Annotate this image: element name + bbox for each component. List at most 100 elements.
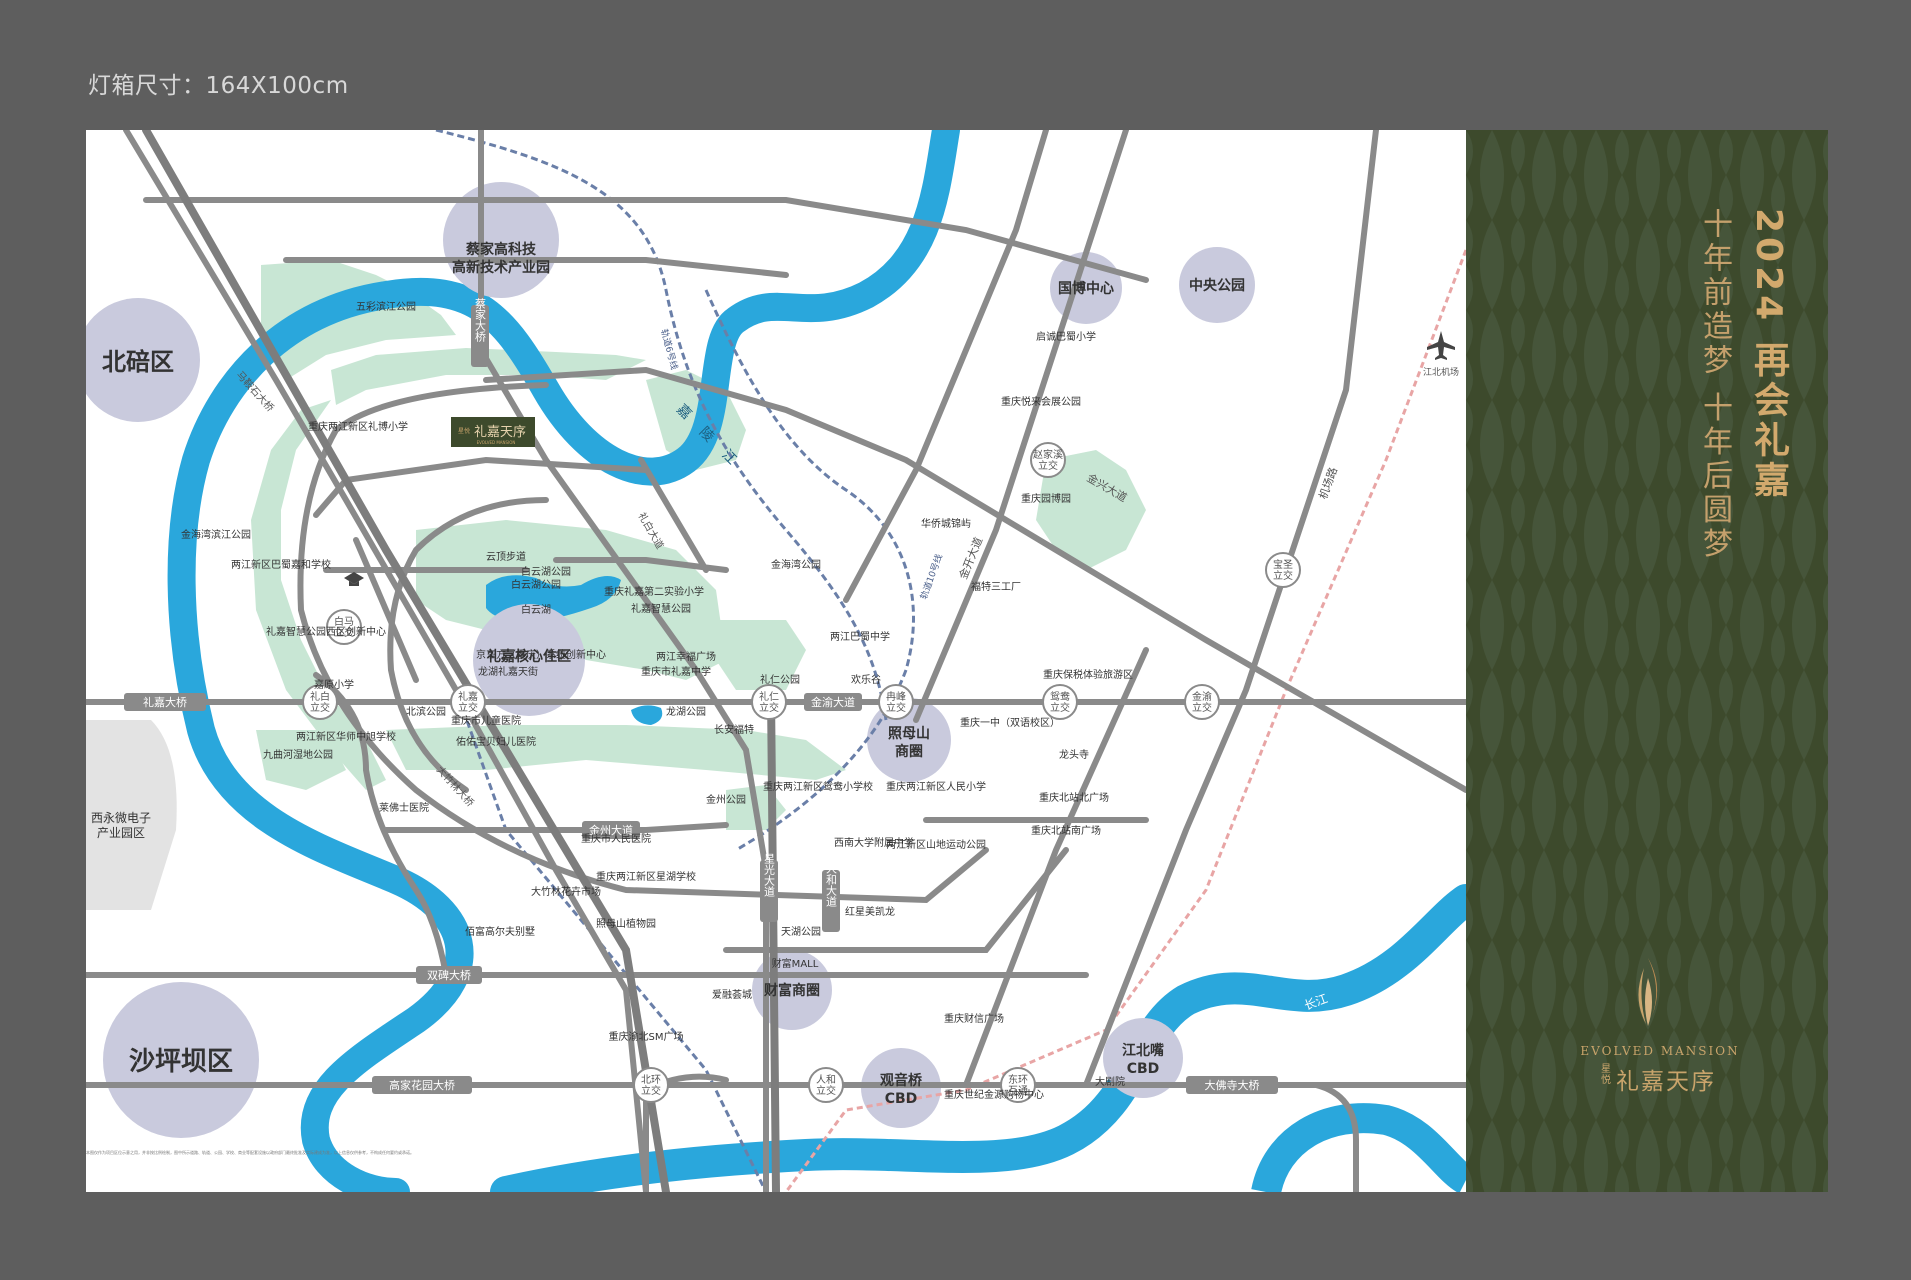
poi-label: 照母山植物园 xyxy=(596,917,656,930)
hub-caijia-2: 高新技术产业园 xyxy=(452,259,550,276)
poi-label: 京东方（重庆）系统创新中心 xyxy=(476,648,606,661)
hub-zhaomushan-1: 照母山 xyxy=(888,726,930,742)
hub-jiangbeizui-2: CBD xyxy=(1127,1061,1160,1077)
road-xinguang-avenue: 星光大道 xyxy=(763,853,776,897)
poi-label: 北滨公园 xyxy=(406,705,446,718)
longhu-pond xyxy=(631,705,663,725)
hub-xiyong-1: 西永微电子 xyxy=(91,811,151,825)
hub-jiangbeizui-1: 江北嘴 xyxy=(1122,1042,1164,1059)
brand-english-name: EVOLVED MANSION xyxy=(1580,1044,1740,1058)
poi-label: 重庆北站南广场 xyxy=(1031,824,1101,837)
road-shuangbei-bridge: 双碑大桥 xyxy=(427,968,471,982)
road-lijia-bridge: 礼嘉大桥 xyxy=(143,695,187,709)
poi-label: 两江新区山地运动公园 xyxy=(886,838,986,851)
airport-label: 江北机场 xyxy=(1423,366,1459,378)
poi-label: 九曲河湿地公园 xyxy=(263,748,333,761)
poi-label: 启诚巴蜀小学 xyxy=(1036,330,1096,343)
road-line10: 轨道10号线 xyxy=(918,552,946,601)
hub-zhaomushan-2: 商圈 xyxy=(895,743,923,760)
poi-label: 重庆礼嘉第二实验小学 xyxy=(604,585,704,598)
road-jinkai-avenue: 金开大道 xyxy=(956,535,985,581)
poi-label: 龙湖礼嘉天街 xyxy=(478,665,538,678)
road-dazhuling-bridge: 大竹林大桥 xyxy=(434,763,477,809)
poi-label: 重庆世纪金源购物中心 xyxy=(944,1088,1044,1101)
brand-chinese-name: 礼嘉天序 xyxy=(1616,1069,1716,1095)
poi-label: 重庆园博园 xyxy=(1021,492,1071,505)
poi-label: 白云湖公园 xyxy=(521,565,571,578)
road-gaojia-bridge: 高家花园大桥 xyxy=(389,1078,455,1092)
hub-caifu: 财富商圈 xyxy=(763,982,820,999)
poi-label: 金海湾公园 xyxy=(771,558,821,571)
poi-label: 大剧院 xyxy=(1095,1075,1125,1088)
poi-label: 金州公园 xyxy=(706,793,746,806)
poi-label: 礼嘉智慧公园 xyxy=(631,602,691,615)
poi-label: 五彩滨江公园 xyxy=(356,300,416,313)
poi-label: 重庆市礼嘉中学 xyxy=(641,665,711,678)
svg-text:礼嘉天序: 礼嘉天序 xyxy=(474,424,526,440)
poi-label: 重庆保税体验旅游区 xyxy=(1043,668,1133,681)
lightbox-size-label: 灯箱尺寸：164X100cm xyxy=(88,73,349,99)
poi-label: 重庆两江新区礼博小学 xyxy=(308,420,408,433)
poi-label: 爱融荟城 xyxy=(712,988,752,1001)
hub-guanyinqiao-1: 观音桥 xyxy=(880,1072,923,1089)
poi-label: 大竹林花卉市场 xyxy=(531,885,601,898)
rail-lines xyxy=(435,130,1466,1192)
poi-label: 华侨城锦屿 xyxy=(921,517,971,530)
interchange-baosheng: 宝圣立交 xyxy=(1273,558,1293,582)
road-jinyu-avenue: 金渝大道 xyxy=(811,695,855,709)
poi-label: 天湖公园 xyxy=(781,926,821,938)
project-marker: 星悦 礼嘉天序 EVOLVED MANSION xyxy=(451,417,535,447)
poi-label: 金海湾滨江公园 xyxy=(181,528,251,541)
interchange-yuanyang: 鸳鸯立交 xyxy=(1050,690,1070,714)
hub-guobo: 国博中心 xyxy=(1058,280,1114,297)
poi-label: 两江巴蜀中学 xyxy=(830,630,890,643)
poi-label: 重庆悦来会展公园 xyxy=(1001,395,1081,408)
poi-label: 重庆两江新区鸳鸯小学校 xyxy=(763,780,873,793)
interchange-beihuan: 北环立交 xyxy=(641,1074,661,1097)
poi-label: 莱佛士医院 xyxy=(379,801,429,814)
svg-text:星悦: 星悦 xyxy=(458,427,470,435)
poi-label: 财富MALL xyxy=(772,957,819,970)
interchange-ranfeng: 冉峰立交 xyxy=(886,690,906,714)
hub-caijia-1: 蔡家高科技 xyxy=(465,241,537,258)
poi-label: 重庆北站北广场 xyxy=(1039,791,1109,804)
interchange-libai: 礼白立交 xyxy=(310,690,330,714)
interchange-liren: 礼仁立交 xyxy=(759,690,779,714)
yangtze-river xyxy=(490,884,1466,1192)
poi-label: 两江新区华师中旭学校 xyxy=(296,730,396,743)
poi-label: 两江幸福广场 xyxy=(656,650,716,663)
district-beibei: 北碚区 xyxy=(102,348,174,376)
district-shapingba: 沙坪坝区 xyxy=(129,1047,233,1077)
brand-prefix: 星悦 xyxy=(1601,1064,1611,1086)
svg-text:EVOLVED MANSION: EVOLVED MANSION xyxy=(477,440,516,445)
hub-xiyong-2: 产业园区 xyxy=(97,826,145,840)
poi-label: 白云湖 xyxy=(521,603,551,616)
location-map: 白马立交 礼白立交 礼嘉立交 礼仁立交 冉峰立交 鸳鸯立交 金渝立交 赵家溪立交… xyxy=(86,130,1466,1192)
interchange-renhe: 人和立交 xyxy=(816,1074,836,1097)
interchange-jinyu: 金渝立交 xyxy=(1192,690,1212,714)
road-dafosi-bridge: 大佛寺大桥 xyxy=(1205,1078,1260,1092)
poi-label: 福特三工厂 xyxy=(971,580,1021,593)
poi-label: 云顶步道 xyxy=(486,550,526,563)
poi-label: 长安福特 xyxy=(714,723,754,736)
road-caijia-bridge: 蔡家大桥 xyxy=(474,298,487,343)
poi-label: 两江新区巴蜀嘉和学校 xyxy=(231,558,331,571)
poi-label: 佰富高尔夫别墅 xyxy=(465,925,535,938)
poi-label: 重庆财信广场 xyxy=(944,1012,1004,1025)
poi-label: 佑佑宝贝妇儿医院 xyxy=(456,735,536,748)
poi-label: 重庆市儿童医院 xyxy=(451,714,521,727)
poi-label: 礼仁公园 xyxy=(760,673,800,686)
poi-label: 红星美凯龙 xyxy=(845,905,895,918)
map-canvas: 白马立交 礼白立交 礼嘉立交 礼仁立交 冉峰立交 鸳鸯立交 金渝立交 赵家溪立交… xyxy=(86,130,1466,1192)
poi-label: 龙头寺 xyxy=(1059,748,1089,761)
slogan-sub: 十年前造梦 十年后圆梦 xyxy=(1697,208,1732,562)
flame-logo-icon xyxy=(1638,958,1658,1026)
poi-label: 重庆市人民医院 xyxy=(581,832,651,845)
interchange-lijia: 礼嘉立交 xyxy=(458,690,478,714)
road-renhe-avenue: 人和大道 xyxy=(825,863,838,907)
hub-zhongyang: 中央公园 xyxy=(1189,277,1245,294)
map-footnote: 本图仅作为项目区位示意之用，并非按比例绘制，图中所示道路、轨道、公园、学校、商业… xyxy=(86,1150,414,1155)
poi-label: 重庆渝北SM广场 xyxy=(609,1030,684,1043)
poi-label: 嘉原小学 xyxy=(314,678,354,691)
poi-label: 重庆两江新区人民小学 xyxy=(886,780,986,793)
